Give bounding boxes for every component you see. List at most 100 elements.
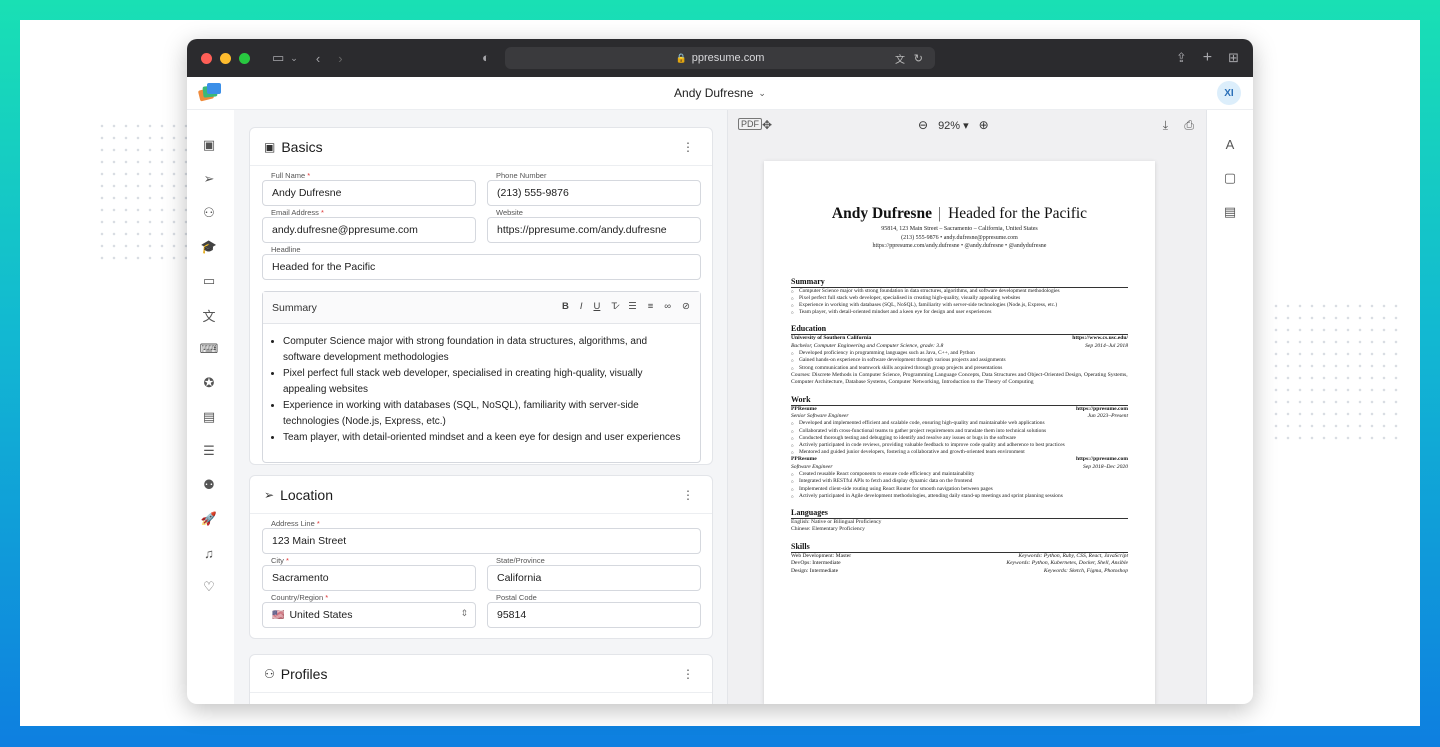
country-select[interactable]: 🇺🇸 United States xyxy=(262,602,476,628)
zoom-window-button[interactable] xyxy=(239,52,250,64)
chevron-down-icon: ⌄ xyxy=(758,87,766,98)
basics-section: ▣ Basics ⋮ Full Name * Andy Dufresne Pho… xyxy=(249,127,713,465)
avatar[interactable]: XI xyxy=(1217,81,1241,105)
app-body: ▣ ➢ ⚇ 🎓 ▭ 文 ⌨ ✪ ▤ ☰ ⚉ 🚀 ♫ ♡ ▣ Basics ⋮ F… xyxy=(187,110,1253,704)
app-logo[interactable] xyxy=(197,83,221,103)
postal-field: Postal Code 95814 xyxy=(487,593,701,628)
move-icon[interactable]: ✥ xyxy=(762,118,772,132)
reload-icon[interactable]: ↻ xyxy=(914,52,923,65)
unlink-icon[interactable]: ⊘ xyxy=(682,301,690,312)
resume-bullet: Pixel perfect full stack web developer, … xyxy=(791,295,1128,302)
edu-courses: Courses: Discrete Methods in Computer Sc… xyxy=(791,371,1128,386)
edu-degree: Bachelor, Computer Engineering and Compu… xyxy=(791,342,944,349)
country-value: United States xyxy=(289,609,353,621)
document-switcher[interactable]: Andy Dufresne ⌄ xyxy=(674,86,766,100)
full-name-input[interactable]: Andy Dufresne xyxy=(262,180,476,206)
section-title: Basics xyxy=(281,138,323,155)
app-header: Andy Dufresne ⌄ XI xyxy=(187,77,1253,110)
browser-window: ▭ ⌄ ‹ › ◐ 🔒 ppresume.com 文 ↻ ⇪ + ⊞ Andy … xyxy=(187,39,1253,704)
postal-label: Postal Code xyxy=(496,593,537,602)
location-icon[interactable]: ➢ xyxy=(201,171,217,187)
location-section: ➢ Location ⋮ Address Line * 123 Main Str… xyxy=(249,475,713,639)
new-tab-icon[interactable]: + xyxy=(1203,49,1212,67)
underline-icon[interactable]: U xyxy=(593,301,600,312)
volunteer-icon[interactable]: ♡ xyxy=(201,579,217,595)
italic-icon[interactable]: I xyxy=(580,301,583,312)
phone-input[interactable]: (213) 555-9876 xyxy=(487,180,701,206)
email-label: Email Address xyxy=(271,208,319,217)
zoom-out-icon[interactable]: ⊖ xyxy=(918,118,928,132)
list-item: Pixel perfect full stack web developer, … xyxy=(283,366,686,397)
profiles-section: ⚇ Profiles ⋮ xyxy=(249,654,713,704)
zoom-in-icon[interactable]: ⊕ xyxy=(979,118,989,132)
resume-bullet: Gained hands-on experience in software d… xyxy=(791,357,1128,364)
resume-social: https://ppresume.com/andy.dufresne • @an… xyxy=(872,243,1047,249)
edu-school: University of Southern California xyxy=(791,335,872,342)
link-icon[interactable]: ∞ xyxy=(664,301,671,312)
city-input[interactable]: Sacramento xyxy=(262,565,476,591)
country-label: Country/Region xyxy=(271,593,324,602)
address-input[interactable]: 123 Main Street xyxy=(262,528,701,554)
list-item: Team player, with detail-oriented mindse… xyxy=(283,430,686,446)
section-title: Location xyxy=(280,486,333,503)
references-icon[interactable]: ⚉ xyxy=(201,477,217,493)
skill-keywords: Keywords: Python, Kubernetes, Docker, Sh… xyxy=(1006,560,1128,567)
clear-format-icon[interactable]: T̷ xyxy=(611,301,617,312)
resume-bullet: Integrated with RESTful APIs to fetch an… xyxy=(791,478,1128,485)
work-icon[interactable]: ▭ xyxy=(201,273,217,289)
close-window-button[interactable] xyxy=(201,52,212,64)
headline-input[interactable]: Headed for the Pacific xyxy=(262,254,701,280)
email-input[interactable]: andy.dufresne@ppresume.com xyxy=(262,217,476,243)
more-options-icon[interactable]: ⋮ xyxy=(682,140,694,154)
resume-bullet: Collaborated with cross-functional teams… xyxy=(791,428,1128,435)
edu-dates: Sep 2014–Jul 2018 xyxy=(1085,342,1128,349)
select-chevron-icon: ⇕ xyxy=(460,608,468,618)
numbered-list-icon[interactable]: ≡ xyxy=(648,301,654,312)
skill-name: Design: Intermediate xyxy=(791,567,839,574)
more-options-icon[interactable]: ⋮ xyxy=(682,667,694,681)
template-icon[interactable]: ▤ xyxy=(1222,204,1238,220)
headline-label: Headline xyxy=(271,245,301,254)
full-name-field: Full Name * Andy Dufresne xyxy=(262,171,476,206)
certificates-icon[interactable]: ▤ xyxy=(201,409,217,425)
interests-icon[interactable]: ♫ xyxy=(201,545,217,561)
forward-icon[interactable]: › xyxy=(338,51,342,66)
resume-row: PPResume https://ppresume.com xyxy=(791,456,1128,463)
education-icon[interactable]: 🎓 xyxy=(201,239,217,255)
phone-label: Phone Number xyxy=(496,171,547,180)
back-icon[interactable]: ‹ xyxy=(316,51,320,66)
print-icon[interactable]: ⎙ xyxy=(1184,118,1194,133)
email-field: Email Address * andy.dufresne@ppresume.c… xyxy=(262,208,476,243)
tab-overview-icon[interactable]: ⊞ xyxy=(1228,50,1239,66)
website-input[interactable]: https://ppresume.com/andy.dufresne xyxy=(487,217,701,243)
awards-icon[interactable]: ✪ xyxy=(201,375,217,391)
basics-icon[interactable]: ▣ xyxy=(201,137,217,153)
download-icon[interactable]: ⤓ xyxy=(1163,118,1168,133)
chevron-down-icon[interactable]: ⌄ xyxy=(290,53,298,64)
profiles-icon[interactable]: ⚇ xyxy=(201,205,217,221)
pdf-icon[interactable]: PDF xyxy=(738,118,762,130)
summary-content[interactable]: Computer Science major with strong found… xyxy=(263,324,700,446)
skills-icon[interactable]: ⌨ xyxy=(200,341,219,357)
state-input[interactable]: California xyxy=(487,565,701,591)
preview-panel: PDF ✥ ⊖ 92% ▾ ⊕ ⤓ ⎙ Andy Dufresne | Headed… xyxy=(727,110,1207,704)
list-item: Experience in working with databases (SQ… xyxy=(283,398,686,429)
projects-icon[interactable]: 🚀 xyxy=(201,511,217,527)
postal-input[interactable]: 95814 xyxy=(487,602,701,628)
bullet-list-icon[interactable]: ☰ xyxy=(628,301,637,312)
zoom-level[interactable]: 92% ▾ xyxy=(938,119,969,132)
zoom-controls: ⊖ 92% ▾ ⊕ xyxy=(918,118,989,132)
translate-icon[interactable]: 文 xyxy=(895,51,905,66)
address-bar[interactable]: 🔒 ppresume.com 文 ↻ xyxy=(505,47,935,69)
profiles-header: ⚇ Profiles ⋮ xyxy=(250,655,712,693)
typography-icon[interactable]: A xyxy=(1222,136,1238,152)
share-icon[interactable]: ⇪ xyxy=(1176,50,1187,66)
publications-icon[interactable]: ☰ xyxy=(201,443,217,459)
sidebar-toggle-icon[interactable]: ▭ xyxy=(272,50,284,66)
minimize-window-button[interactable] xyxy=(220,52,231,64)
more-options-icon[interactable]: ⋮ xyxy=(682,488,694,502)
layout-icon[interactable]: ▢ xyxy=(1222,170,1238,186)
languages-icon[interactable]: 文 xyxy=(201,307,217,324)
bold-icon[interactable]: B xyxy=(562,301,569,312)
shield-icon[interactable]: ◐ xyxy=(482,50,490,65)
